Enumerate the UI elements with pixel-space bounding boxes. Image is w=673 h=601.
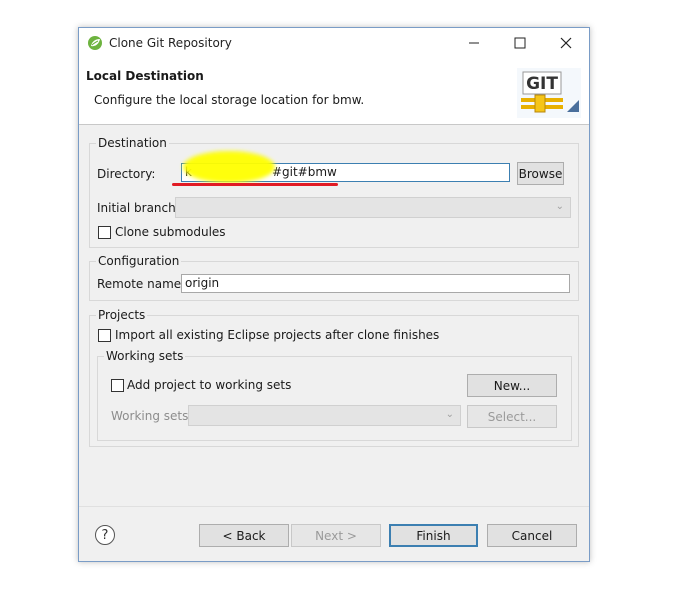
annotation-underline	[172, 183, 338, 186]
back-button[interactable]: < Back	[199, 524, 289, 547]
browse-button[interactable]: Browse	[517, 162, 564, 185]
page-title: Local Destination	[86, 69, 204, 83]
close-button[interactable]	[543, 28, 589, 58]
next-button[interactable]: Next >	[291, 524, 381, 547]
import-projects-label: Import all existing Eclipse projects aft…	[115, 328, 440, 342]
remote-name-input[interactable]: origin	[181, 274, 570, 293]
select-working-sets-button[interactable]: Select...	[467, 405, 557, 428]
add-to-working-sets-checkbox[interactable]	[111, 379, 124, 392]
chevron-down-icon: ⌄	[555, 201, 564, 212]
initial-branch-select[interactable]: ⌄	[175, 197, 571, 218]
git-logo-icon: GIT	[517, 68, 581, 118]
initial-branch-label: Initial branch:	[97, 201, 180, 215]
clone-submodules-label: Clone submodules	[115, 225, 226, 239]
working-sets-group	[97, 356, 572, 441]
working-sets-legend: Working sets	[104, 349, 186, 363]
directory-label: Directory:	[97, 167, 156, 181]
destination-legend: Destination	[96, 136, 169, 150]
spring-leaf-icon	[88, 36, 102, 50]
maximize-icon	[514, 37, 526, 49]
maximize-button[interactable]	[497, 28, 543, 58]
configuration-legend: Configuration	[96, 254, 182, 268]
footer-separator	[79, 506, 589, 507]
title-bar: Clone Git Repository	[79, 28, 589, 58]
redaction-highlight	[183, 151, 275, 183]
window-title: Clone Git Repository	[109, 36, 232, 50]
chevron-down-icon: ⌄	[445, 409, 454, 420]
help-button[interactable]: ?	[95, 525, 115, 545]
projects-legend: Projects	[96, 308, 148, 322]
cancel-button[interactable]: Cancel	[487, 524, 577, 547]
working-sets-select[interactable]: ⌄	[188, 405, 461, 426]
add-to-working-sets-label: Add project to working sets	[127, 378, 292, 392]
finish-button[interactable]: Finish	[389, 524, 478, 547]
wizard-header: Local Destination Configure the local st…	[79, 58, 589, 125]
close-icon	[560, 37, 572, 49]
remote-name-label: Remote name:	[97, 277, 186, 291]
minimize-button[interactable]	[451, 28, 497, 58]
clone-submodules-checkbox[interactable]	[98, 226, 111, 239]
git-logo-text: GIT	[526, 74, 558, 94]
minimize-icon	[469, 42, 479, 44]
clone-git-repository-dialog: Clone Git Repository Local Destination C…	[78, 27, 590, 562]
new-working-set-button[interactable]: New...	[467, 374, 557, 397]
page-description: Configure the local storage location for…	[94, 93, 365, 107]
directory-value-suffix: #git#bmw	[271, 165, 337, 179]
working-sets-label: Working sets:	[111, 409, 193, 423]
import-projects-checkbox[interactable]	[98, 329, 111, 342]
